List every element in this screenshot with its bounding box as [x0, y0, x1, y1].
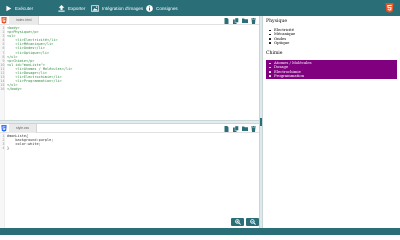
preview-panel: Physique Electricité Mécanique Ondes Opt…: [263, 16, 400, 228]
html5-file-icon: [1, 17, 7, 24]
code-text: </body>: [7, 87, 22, 92]
tab-style-css[interactable]: style.css: [9, 124, 37, 133]
file-icon: [224, 17, 229, 24]
folder-icon: [241, 18, 248, 23]
zoom-out-button[interactable]: [246, 218, 259, 226]
trash-icon: [251, 17, 256, 24]
new-file-button[interactable]: [223, 17, 230, 24]
html5-logo-icon: [385, 3, 394, 13]
delete-button[interactable]: [250, 125, 257, 132]
export-label: Exporter: [68, 5, 86, 11]
line-number: 4: [2, 146, 5, 151]
line-number: 16: [0, 87, 5, 92]
file-icon: [224, 125, 229, 132]
image-integration-button[interactable]: Intégration d'images: [91, 3, 143, 13]
list-item: Programmation: [266, 73, 397, 78]
play-icon: [6, 5, 12, 11]
preview-heading-physique: Physique: [266, 19, 288, 24]
preview-heading-chimie: Chimie: [266, 51, 283, 56]
folder-icon: [241, 126, 248, 131]
trash-icon: [251, 125, 256, 132]
top-toolbar: Exécuter Exporter Intégration d'images C…: [0, 0, 400, 16]
code-text: }: [7, 146, 10, 151]
code-line: 4}: [0, 146, 259, 150]
preview-list-physique: Electricité Mécanique Ondes Optique: [266, 27, 397, 45]
export-button[interactable]: Exporter: [58, 3, 85, 13]
image-integration-label: Intégration d'images: [102, 5, 144, 11]
copy-icon: [232, 125, 239, 132]
open-folder-button[interactable]: [241, 125, 248, 132]
open-folder-button[interactable]: [241, 17, 248, 24]
help-label: Consignes: [156, 5, 178, 11]
code-line: 16 </body>: [0, 87, 259, 91]
css-code-area[interactable]: 1 #monListe{ 2 background:purple; 3 color…: [0, 134, 259, 150]
preview-list-chimie: Atomes / Molécules Dosage Electrochimie …: [266, 60, 397, 80]
help-button[interactable]: Consignes: [146, 3, 178, 13]
run-label: Exécuter: [15, 5, 34, 11]
zoom-out-icon: [249, 219, 256, 225]
css3-file-icon: [1, 125, 7, 132]
css-editor-panel: style.css 1 #monListe{ 2 background:purpl…: [0, 124, 259, 228]
copy-button[interactable]: [232, 125, 239, 132]
upload-icon: [58, 4, 65, 12]
css-editor-header: style.css: [0, 124, 259, 133]
delete-button[interactable]: [250, 17, 257, 24]
html-editor-header: index.html: [0, 16, 259, 25]
zoom-in-icon: [234, 219, 241, 225]
info-icon: [146, 4, 153, 12]
bottom-bar: [0, 228, 400, 235]
tab-index-html[interactable]: index.html: [9, 16, 40, 25]
image-icon: [91, 4, 99, 12]
list-item: Optique: [266, 40, 397, 45]
run-button[interactable]: Exécuter: [5, 3, 33, 13]
new-file-button[interactable]: [223, 125, 230, 132]
html-code-area[interactable]: 1 <body> 2 <p>Physique</p> 3 <ul> 4 <li>Ele…: [0, 26, 259, 92]
splitter-handle[interactable]: [260, 118, 262, 126]
html-editor-panel: index.html 1 <body> 2 <p>Physique</p> 3 <ul…: [0, 16, 259, 120]
zoom-in-button[interactable]: [231, 218, 244, 226]
copy-icon: [232, 17, 239, 24]
copy-button[interactable]: [232, 17, 239, 24]
